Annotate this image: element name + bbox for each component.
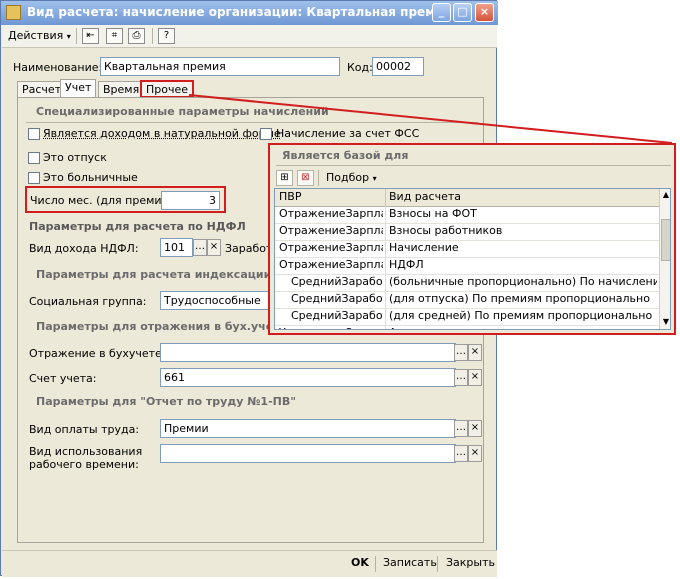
- table-row[interactable]: СреднийЗаработок (для отпуска) По премиям…: [275, 291, 659, 309]
- cell-pvr: СреднийЗаработок: [291, 292, 383, 305]
- table-scrollbar[interactable]: ▲ ▼: [659, 189, 670, 329]
- table-row[interactable]: УдержанияОргани... Алименты процентом: [275, 325, 659, 329]
- column-divider: [385, 274, 386, 291]
- column-divider: [385, 257, 386, 274]
- cell-pvr: СреднийЗаработок: [291, 275, 383, 288]
- column-divider: [385, 240, 386, 257]
- column-divider: [385, 291, 386, 308]
- column-divider: [385, 206, 386, 223]
- cell-calc-type: НДФЛ: [389, 258, 424, 271]
- table-row[interactable]: СреднийЗаработок (больничные пропорционал…: [275, 274, 659, 292]
- popup-toolbar-divider: [318, 170, 319, 186]
- select-menu[interactable]: Подбор ▾: [326, 171, 377, 184]
- cell-pvr: ОтражениеЗарплат...: [279, 241, 383, 254]
- table-row[interactable]: СреднийЗаработок (для средней) По премиям…: [275, 308, 659, 326]
- table-row[interactable]: ОтражениеЗарплат... НДФЛ: [275, 257, 659, 275]
- column-header-pvr[interactable]: ПВР: [279, 189, 385, 206]
- cell-pvr: ОтражениеЗарплат...: [279, 258, 383, 271]
- cell-pvr: ОтражениеЗарплат...: [279, 207, 383, 220]
- cell-pvr: УдержанияОргани...: [279, 325, 383, 329]
- base-for-table[interactable]: ПВР Вид расчета ОтражениеЗарплат... Взнос…: [274, 188, 671, 330]
- scroll-thumb[interactable]: [661, 219, 670, 261]
- table-row[interactable]: ОтражениеЗарплат... Взносы на ФОТ: [275, 206, 659, 224]
- base-for-popup: Является базой для ⊞ ⊠ Подбор ▾ ПВР Вид …: [268, 143, 676, 335]
- cell-calc-type: Начисление: [389, 241, 459, 254]
- cell-pvr: СреднийЗаработок: [291, 309, 383, 322]
- column-divider: [385, 189, 386, 206]
- table-row[interactable]: ОтражениеЗарплат... Начисление: [275, 240, 659, 258]
- scroll-up-icon[interactable]: ▲: [661, 190, 670, 200]
- cell-pvr: ОтражениеЗарплат...: [279, 224, 383, 237]
- popup-title: Является базой для: [282, 149, 409, 162]
- cell-calc-type: Взносы работников: [389, 224, 503, 237]
- callout-line: [188, 94, 673, 144]
- cell-calc-type: (больничные пропорционально) По начислен…: [389, 275, 657, 288]
- cell-calc-type: (для средней) По премиям пропорционально: [389, 309, 653, 322]
- table-row[interactable]: ОтражениеЗарплат... Взносы работников: [275, 223, 659, 241]
- column-divider: [385, 308, 386, 325]
- column-header-calc-type[interactable]: Вид расчета: [389, 189, 657, 206]
- column-divider: [385, 325, 386, 329]
- column-divider: [385, 223, 386, 240]
- chevron-down-icon: ▾: [372, 174, 377, 183]
- cell-calc-type: (для отпуска) По премиям пропорционально: [389, 292, 650, 305]
- add-row-icon[interactable]: ⊞: [276, 170, 293, 186]
- cell-calc-type: Алименты процентом: [389, 325, 657, 329]
- cell-calc-type: Взносы на ФОТ: [389, 207, 477, 220]
- scroll-down-icon[interactable]: ▼: [661, 317, 670, 327]
- select-label: Подбор: [326, 171, 370, 184]
- popup-divider: [276, 165, 671, 166]
- table-header: ПВР Вид расчета: [275, 189, 659, 207]
- delete-row-icon[interactable]: ⊠: [297, 170, 314, 186]
